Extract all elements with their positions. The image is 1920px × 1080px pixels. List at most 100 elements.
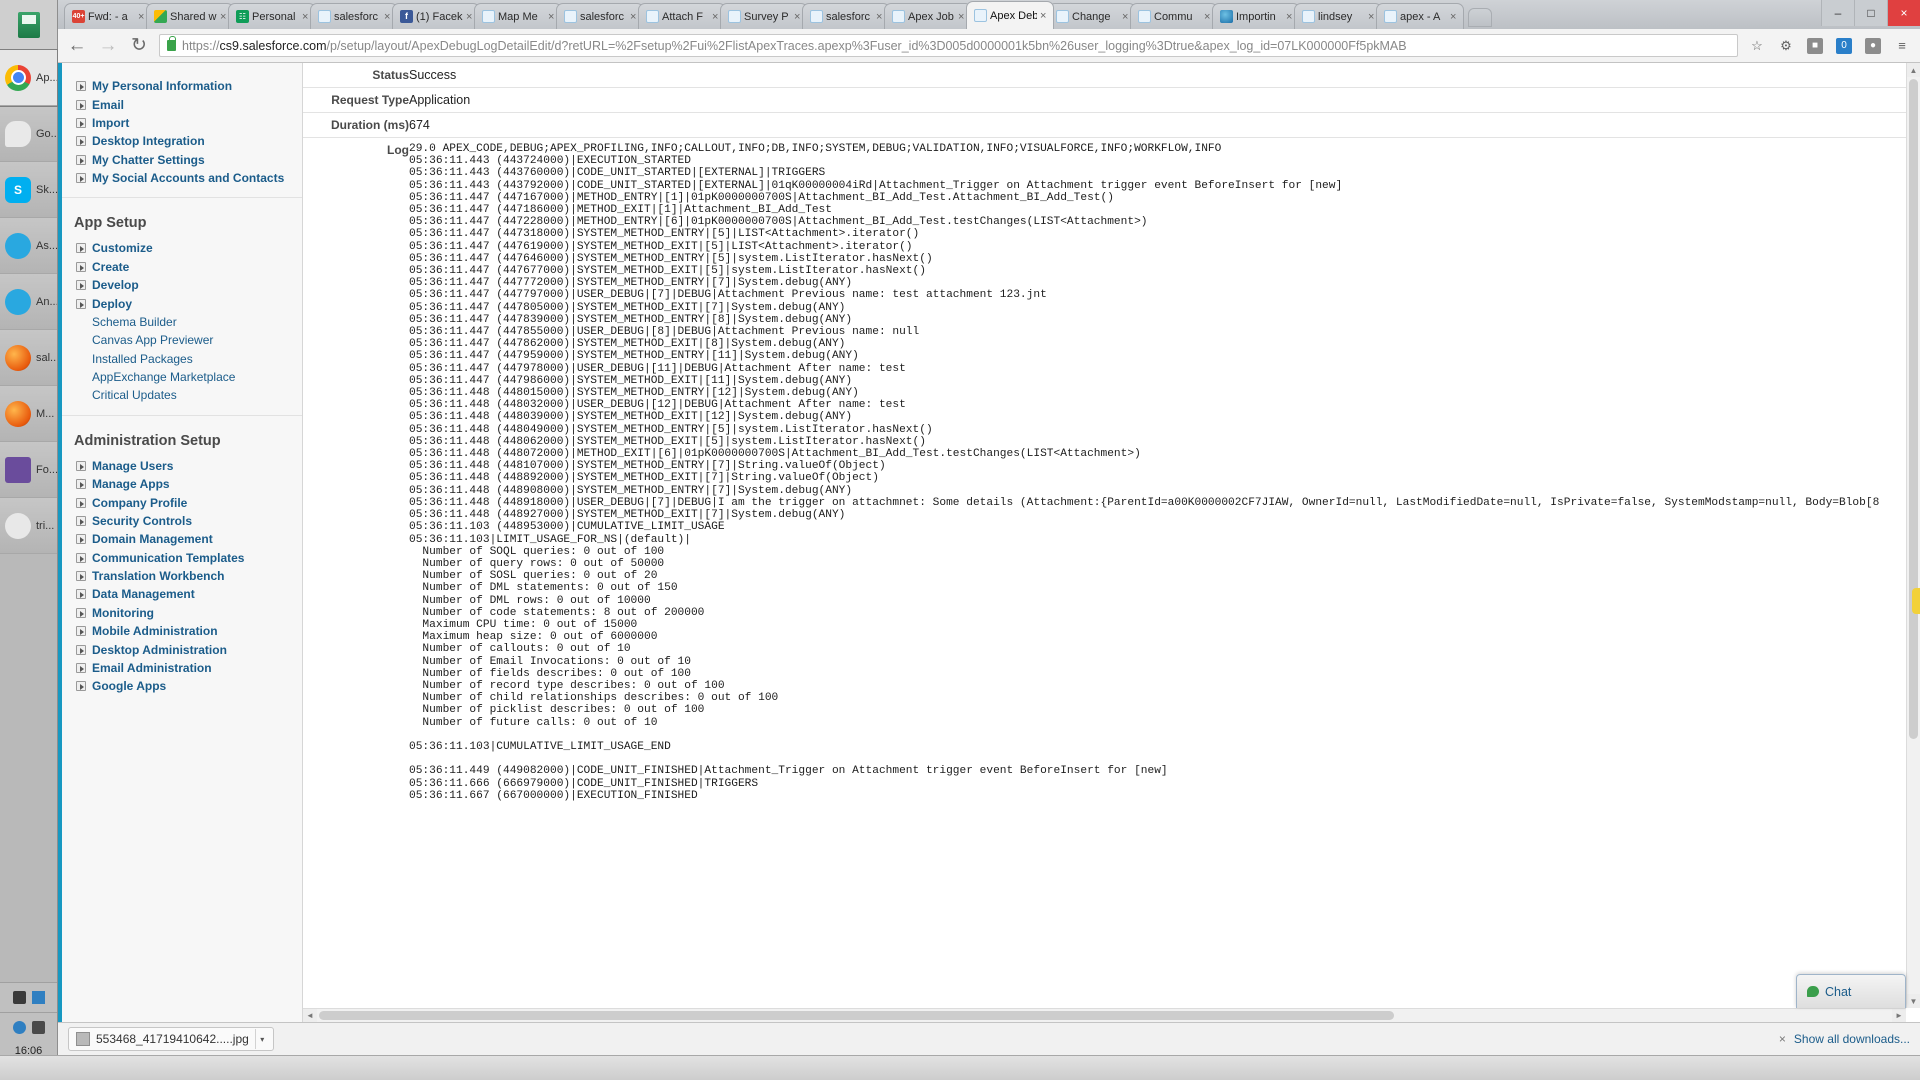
launcher-tray-icons[interactable]	[0, 982, 57, 1012]
sidebar-item-admin-4[interactable]: Domain Management	[58, 530, 302, 548]
expand-arrow-icon[interactable]	[76, 662, 86, 673]
browser-tab-13[interactable]: Commu ×	[1130, 3, 1218, 29]
sidebar-item-admin-12[interactable]: Google Apps	[58, 677, 302, 695]
sidebar-item-personal-2[interactable]: Import	[58, 114, 302, 132]
launcher-item-0[interactable]: Ap...	[0, 49, 58, 107]
expand-arrow-icon[interactable]	[76, 460, 86, 471]
sidebar-item-admin-11[interactable]: Email Administration	[58, 659, 302, 677]
sidebar-item-app-4[interactable]: Schema Builder	[58, 313, 302, 331]
chart-icon[interactable]	[31, 991, 45, 1004]
sidebar-item-admin-0[interactable]: Manage Users	[58, 457, 302, 475]
blue-badge-icon[interactable]: 0	[1834, 36, 1854, 56]
launcher-item-7[interactable]: Fo...	[0, 442, 57, 498]
browser-tab-14[interactable]: Importin ×	[1212, 3, 1300, 29]
sidebar-item-app-2[interactable]: Develop	[58, 276, 302, 294]
sidebar-item-app-7[interactable]: AppExchange Marketplace	[58, 368, 302, 386]
sidebar-item-personal-1[interactable]: Email	[58, 95, 302, 113]
address-bar[interactable]: https://cs9.salesforce.com/p/setup/layou…	[159, 34, 1738, 57]
expand-arrow-icon[interactable]	[76, 280, 86, 291]
expand-arrow-icon[interactable]	[76, 479, 86, 490]
expand-arrow-icon[interactable]	[76, 261, 86, 272]
browser-tab-5[interactable]: Map Me ×	[474, 3, 562, 29]
vertical-scroll-thumb[interactable]	[1909, 79, 1918, 739]
expand-arrow-icon[interactable]	[76, 626, 86, 637]
browser-tab-8[interactable]: Survey P ×	[720, 3, 808, 29]
sidebar-item-app-0[interactable]: Customize	[58, 239, 302, 257]
launcher-item-5[interactable]: sal...	[0, 330, 57, 386]
launcher-item-3[interactable]: As...	[0, 218, 57, 274]
browser-tab-16[interactable]: apex - A ×	[1376, 3, 1464, 29]
menu-icon[interactable]: ≡	[1892, 36, 1912, 56]
sidebar-item-personal-5[interactable]: My Social Accounts and Contacts	[58, 169, 302, 187]
extension-icon[interactable]: ■	[1805, 36, 1825, 56]
expand-arrow-icon[interactable]	[76, 136, 86, 147]
sidebar-item-app-6[interactable]: Installed Packages	[58, 350, 302, 368]
sidebar-item-personal-3[interactable]: Desktop Integration	[58, 132, 302, 150]
browser-tab-9[interactable]: salesforc ×	[802, 3, 890, 29]
browser-tab-7[interactable]: Attach F ×	[638, 3, 726, 29]
forward-button[interactable]: →	[97, 35, 119, 57]
sidebar-item-app-3[interactable]: Deploy	[58, 294, 302, 312]
chat-widget[interactable]: Chat	[1796, 974, 1906, 1008]
page-edge-tab[interactable]	[1912, 588, 1920, 614]
expand-arrow-icon[interactable]	[76, 173, 86, 184]
gear-icon[interactable]: ⚙	[1776, 36, 1796, 56]
launcher-item-6[interactable]: M...	[0, 386, 57, 442]
reload-button[interactable]: ↻	[128, 34, 150, 57]
sidebar-item-admin-1[interactable]: Manage Apps	[58, 475, 302, 493]
maximize-button[interactable]: □	[1854, 0, 1887, 26]
browser-tab-0[interactable]: 40+ Fwd: - a ×	[64, 3, 152, 29]
launcher-item-4[interactable]: An...	[0, 274, 57, 330]
download-menu-caret-icon[interactable]: ▾	[254, 1029, 269, 1049]
scroll-right-arrow[interactable]: ►	[1892, 1009, 1906, 1022]
browser-tab-4[interactable]: f (1) Facek ×	[392, 3, 480, 29]
expand-arrow-icon[interactable]	[76, 497, 86, 508]
horizontal-scrollbar[interactable]: ◄ ►	[303, 1008, 1906, 1022]
browser-tab-12[interactable]: Change ×	[1048, 3, 1136, 29]
browser-tab-1[interactable]: Shared w ×	[146, 3, 234, 29]
expand-arrow-icon[interactable]	[76, 99, 86, 110]
sidebar-item-admin-6[interactable]: Translation Workbench	[58, 567, 302, 585]
sidebar-item-personal-0[interactable]: My Personal Information	[58, 77, 302, 95]
sidebar-item-app-5[interactable]: Canvas App Previewer	[58, 331, 302, 349]
browser-tab-15[interactable]: lindsey ×	[1294, 3, 1382, 29]
horizontal-scroll-thumb[interactable]	[319, 1011, 1394, 1020]
minimize-button[interactable]: –	[1821, 0, 1854, 26]
browser-tab-10[interactable]: Apex Job ×	[884, 3, 972, 29]
expand-arrow-icon[interactable]	[76, 607, 86, 618]
vertical-scrollbar[interactable]: ▲ ▼	[1906, 63, 1920, 1008]
sidebar-item-app-8[interactable]: Critical Updates	[58, 386, 302, 404]
expand-arrow-icon[interactable]	[76, 552, 86, 563]
sidebar-item-admin-10[interactable]: Desktop Administration	[58, 640, 302, 658]
expand-arrow-icon[interactable]	[76, 243, 86, 254]
tab-close-icon[interactable]: ×	[1040, 10, 1049, 22]
sidebar-item-admin-9[interactable]: Mobile Administration	[58, 622, 302, 640]
network-icon[interactable]	[12, 1021, 26, 1034]
sidebar-item-app-1[interactable]: Create	[58, 258, 302, 276]
launcher-item-2[interactable]: S Sk...	[0, 162, 57, 218]
sidebar-item-admin-8[interactable]: Monitoring	[58, 604, 302, 622]
browser-tab-2[interactable]: ☷ Personal ×	[228, 3, 316, 29]
expand-arrow-icon[interactable]	[76, 589, 86, 600]
scroll-down-arrow[interactable]: ▼	[1907, 994, 1920, 1008]
scroll-left-arrow[interactable]: ◄	[303, 1009, 317, 1022]
downloads-close-icon[interactable]: ×	[1779, 1032, 1786, 1046]
download-item[interactable]: 553468_41719410642.....jpg ▾	[68, 1027, 274, 1051]
expand-arrow-icon[interactable]	[76, 117, 86, 128]
sidebar-item-admin-5[interactable]: Communication Templates	[58, 549, 302, 567]
volume-icon[interactable]	[31, 1021, 45, 1034]
expand-arrow-icon[interactable]	[76, 515, 86, 526]
sidebar-item-personal-4[interactable]: My Chatter Settings	[58, 151, 302, 169]
sidebar-item-admin-2[interactable]: Company Profile	[58, 493, 302, 511]
expand-arrow-icon[interactable]	[76, 571, 86, 582]
scroll-up-arrow[interactable]: ▲	[1907, 63, 1920, 77]
browser-tab-3[interactable]: salesforc ×	[310, 3, 398, 29]
sidebar-item-admin-3[interactable]: Security Controls	[58, 512, 302, 530]
expand-arrow-icon[interactable]	[76, 154, 86, 165]
expand-arrow-icon[interactable]	[76, 298, 86, 309]
expand-arrow-icon[interactable]	[76, 681, 86, 692]
browser-tab-6[interactable]: salesforc ×	[556, 3, 644, 29]
new-tab-button[interactable]	[1468, 8, 1492, 27]
show-all-downloads-link[interactable]: Show all downloads...	[1794, 1032, 1910, 1046]
launcher-item-1[interactable]: Go...	[0, 106, 57, 162]
